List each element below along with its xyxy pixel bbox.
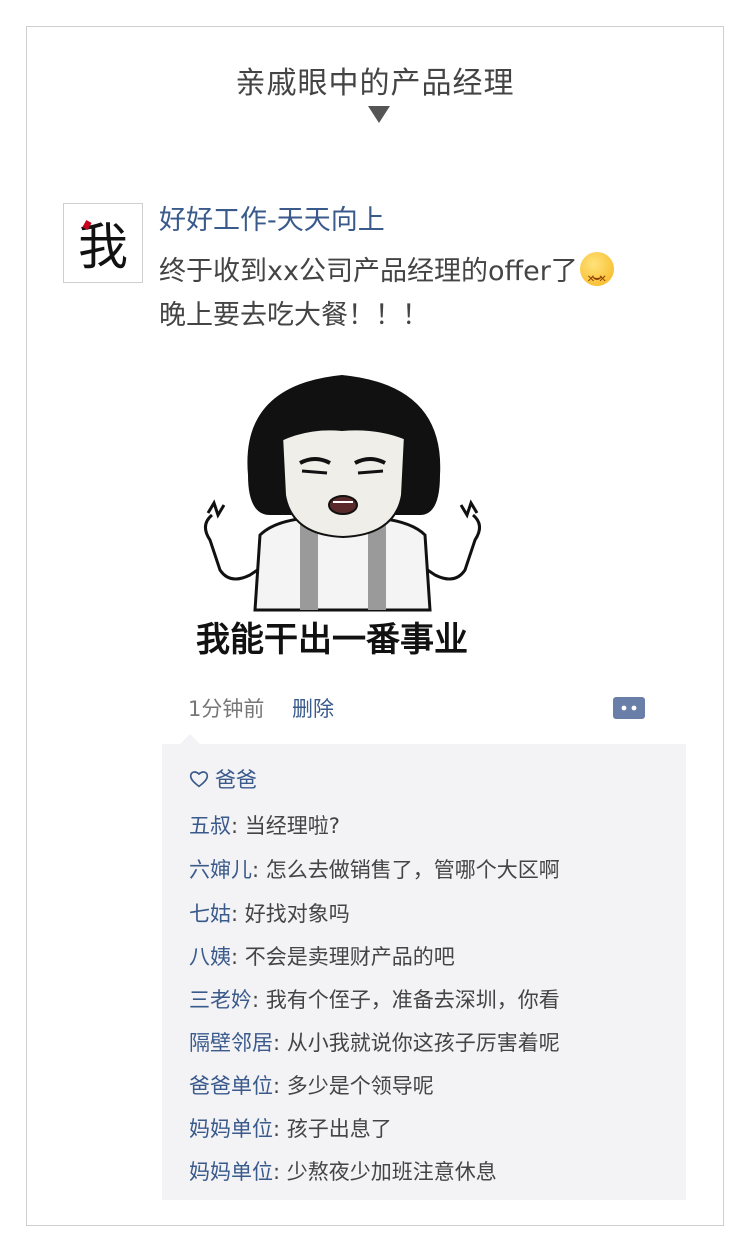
- page-title: 亲戚眼中的产品经理: [235, 66, 515, 101]
- comment-menu-icon[interactable]: [613, 697, 645, 719]
- comment-item[interactable]: 七姑: 好找对象吗: [189, 898, 350, 928]
- comments-panel: 爸爸 五叔: 当经理啦? 六婶儿: 怎么去做销售了，管哪个大区啊 七姑: 好找对…: [162, 734, 686, 1200]
- comment-author[interactable]: 妈妈单位: [189, 1117, 273, 1141]
- comment-author[interactable]: 六婶儿: [189, 858, 252, 882]
- comment-text: 从小我就说你这孩子厉害着呢: [286, 1031, 560, 1055]
- comment-item[interactable]: 六婶儿: 怎么去做销售了，管哪个大区啊: [189, 854, 560, 884]
- comment-author[interactable]: 三老妗: [189, 988, 252, 1012]
- comment-item[interactable]: 妈妈单位: 少熬夜少加班注意休息: [189, 1156, 497, 1186]
- comment-item[interactable]: 八姨: 不会是卖理财产品的吧: [189, 941, 455, 971]
- comment-author[interactable]: 爸爸单位: [189, 1074, 273, 1098]
- comment-text: 多少是个领导呢: [286, 1074, 434, 1098]
- comment-item[interactable]: 妈妈单位: 孩子出息了: [189, 1113, 392, 1143]
- comment-text: 当经理啦?: [244, 814, 340, 838]
- comment-author[interactable]: 七姑: [189, 902, 231, 926]
- comment-text: 好找对象吗: [244, 902, 350, 926]
- comment-text: 不会是卖理财产品的吧: [244, 945, 455, 969]
- post-time: 1分钟前: [188, 697, 265, 721]
- avatar-char: 我: [78, 207, 128, 279]
- avatar[interactable]: 我: [63, 203, 143, 283]
- post-text-line1: 终于收到xx公司产品经理的offer了: [159, 256, 578, 287]
- down-arrow-icon: [368, 106, 390, 123]
- comment-item[interactable]: 三老妗: 我有个侄子，准备去深圳，你看: [189, 984, 560, 1014]
- delete-link[interactable]: 删除: [292, 693, 334, 723]
- post-text-line2: 晚上要去吃大餐！！！: [159, 300, 429, 331]
- comment-author[interactable]: 八姨: [189, 945, 231, 969]
- comment-author[interactable]: 五叔: [189, 814, 231, 838]
- comment-text: 少熬夜少加班注意休息: [286, 1160, 497, 1184]
- comment-item[interactable]: 爸爸单位: 多少是个领导呢: [189, 1070, 434, 1100]
- dizzy-face-emoji-icon: [579, 252, 614, 302]
- username-link[interactable]: 好好工作-天天向上: [159, 198, 385, 237]
- comment-author[interactable]: 隔壁邻居: [189, 1031, 273, 1055]
- likes-row: 爸爸: [189, 764, 257, 794]
- like-names[interactable]: 爸爸: [215, 764, 257, 794]
- post-text: 终于收到xx公司产品经理的offer了 晚上要去吃大餐！！！: [159, 250, 614, 338]
- comment-item[interactable]: 隔壁邻居: 从小我就说你这孩子厉害着呢: [189, 1027, 560, 1057]
- comment-author[interactable]: 妈妈单位: [189, 1160, 273, 1184]
- heart-icon: [189, 771, 209, 788]
- comment-text: 我有个侄子，准备去深圳，你看: [265, 988, 560, 1012]
- comment-text: 怎么去做销售了，管哪个大区啊: [265, 858, 560, 882]
- comment-text: 孩子出息了: [286, 1117, 392, 1141]
- meme-caption: 我能干出一番事业: [196, 620, 468, 660]
- comment-item[interactable]: 五叔: 当经理啦?: [189, 810, 340, 840]
